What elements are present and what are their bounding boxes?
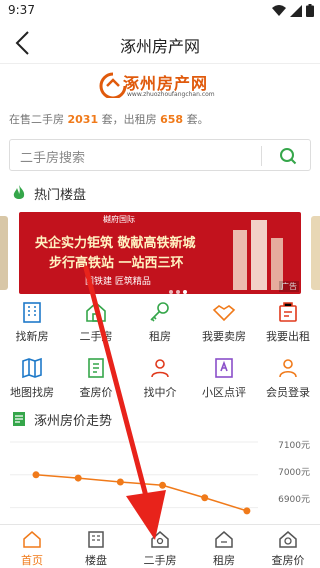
stats-mid: 套，出租房	[101, 113, 157, 126]
banner-line-3: 国铁建 匠筑精品	[85, 277, 151, 287]
next-banner-card[interactable]	[311, 216, 320, 290]
grid-item-agent[interactable]: 找中介	[128, 356, 192, 408]
tab-second-hand[interactable]: 二手房	[128, 525, 192, 568]
building-icon	[88, 531, 104, 548]
stats-prefix: 在售二手房	[9, 113, 64, 126]
logo-area: 涿州房产网 www.zhuozhoufangchan.com	[0, 64, 320, 108]
price-point[interactable]	[74, 474, 82, 482]
price-point[interactable]	[32, 471, 40, 479]
handshake-icon	[212, 305, 236, 322]
grid-label: 租房	[149, 330, 171, 343]
carousel-dot-active	[183, 290, 187, 294]
review-icon	[215, 358, 233, 378]
price-point[interactable]	[159, 481, 167, 489]
grid-item-second-hand[interactable]: 二手房	[64, 300, 128, 352]
signal-icon	[290, 4, 302, 17]
grid-item-review[interactable]: 小区点评	[192, 356, 256, 408]
ytick-label: 7100元	[278, 441, 310, 451]
tab-rent[interactable]: 租房	[192, 525, 256, 568]
rent-count: 658	[160, 113, 184, 126]
banner-line-1: 央企实力钜筑 敬献高铁新城	[35, 236, 196, 251]
chart-bar-icon	[13, 412, 25, 426]
grid-label: 地图找房	[10, 386, 54, 399]
price-trend-chart: 7100元 7000元 6900元	[0, 432, 320, 524]
grid-label: 查房价	[79, 386, 113, 399]
tab-buildings[interactable]: 楼盘	[64, 525, 128, 568]
battery-icon	[306, 4, 314, 17]
rent-out-icon	[279, 302, 297, 322]
agent-icon	[151, 359, 169, 378]
promo-banner[interactable]: 樾府国际 央企实力钜筑 敬献高铁新城 步行高铁站 一站西三环 国铁建 匠筑精品 …	[19, 212, 301, 294]
tab-label: 楼盘	[85, 554, 107, 567]
house-icon	[86, 301, 106, 322]
home-icon	[23, 531, 41, 548]
sale-count: 2031	[67, 113, 99, 126]
prev-banner-card[interactable]	[0, 216, 8, 290]
price-check-icon	[88, 358, 104, 378]
building-icon	[23, 302, 41, 323]
price-trend-title: 涿州房价走势	[34, 413, 113, 429]
status-time: 9:37	[8, 3, 35, 17]
price-trend-line	[35, 474, 248, 512]
ytick-label: 7000元	[278, 468, 310, 478]
stats-suffix: 套。	[186, 113, 209, 126]
ad-label: 广告	[279, 281, 299, 292]
search-icon[interactable]	[276, 146, 300, 166]
grid-item-map[interactable]: 地图找房	[0, 356, 64, 408]
tab-label: 租房	[213, 554, 235, 567]
search-placeholder: 二手房搜索	[20, 151, 86, 166]
grid-label: 二手房	[79, 330, 113, 343]
carousel-dot	[169, 290, 173, 294]
listing-stats: 在售二手房 2031 套，出租房 658 套。	[9, 111, 209, 127]
house-icon	[151, 531, 169, 548]
grid-label: 我要卖房	[202, 330, 246, 343]
hot-carousel[interactable]: 樾府国际 央企实力钜筑 敬献高铁新城 步行高铁站 一站西三环 国铁建 匠筑精品 …	[0, 212, 320, 294]
carousel-dots	[169, 290, 187, 294]
grid-item-rent-out[interactable]: 我要出租	[256, 300, 320, 352]
tab-price[interactable]: 查房价	[256, 525, 320, 568]
grid-item-rent[interactable]: 租房	[128, 300, 192, 352]
grid-label: 找新房	[15, 330, 49, 343]
tab-label: 首页	[21, 554, 43, 567]
grid-item-login[interactable]: 会员登录	[256, 356, 320, 408]
rent-icon	[215, 531, 233, 548]
grid-item-new-house[interactable]: 找新房	[0, 300, 64, 352]
price-trend-header: 涿州房价走势	[12, 409, 112, 429]
nav-bar: 涿州房产网	[0, 22, 320, 64]
ytick-label: 6900元	[278, 495, 310, 505]
grid-label: 我要出租	[266, 330, 310, 343]
user-icon	[279, 359, 297, 378]
building-illustration	[233, 220, 283, 290]
tab-label: 查房价	[271, 554, 305, 567]
grid-label: 小区点评	[202, 386, 246, 399]
map-icon	[22, 357, 42, 379]
wifi-icon	[272, 4, 286, 16]
tab-label: 二手房	[143, 554, 177, 567]
status-icons	[272, 4, 314, 17]
status-bar: 9:37	[0, 0, 320, 22]
site-logo[interactable]: 涿州房产网 www.zhuozhoufangchan.com	[99, 70, 223, 102]
grid-item-price-check[interactable]: 查房价	[64, 356, 128, 408]
search-divider	[261, 146, 262, 166]
grid-item-sell[interactable]: 我要卖房	[192, 300, 256, 352]
banner-line-2: 步行高铁站 一站西三环	[49, 256, 184, 271]
price-icon	[279, 531, 297, 548]
page-title: 涿州房产网	[119, 37, 200, 56]
key-icon	[150, 302, 169, 322]
logo-url: www.zhuozhoufangchan.com	[127, 91, 215, 98]
price-point[interactable]	[116, 478, 124, 486]
price-point[interactable]	[243, 507, 251, 515]
carousel-dot	[176, 290, 180, 294]
grid-label: 找中介	[143, 386, 177, 399]
banner-brand: 樾府国际	[103, 215, 135, 224]
bottom-tab-bar: 首页 楼盘 二手房 租房 查房价	[0, 524, 320, 568]
tab-home[interactable]: 首页	[0, 525, 64, 568]
grid-label: 会员登录	[266, 386, 310, 399]
hot-section-header: 热门楼盘	[12, 183, 86, 203]
price-point[interactable]	[201, 494, 209, 502]
flame-icon	[13, 185, 25, 199]
hot-section-title: 热门楼盘	[34, 187, 87, 203]
price-trend-chart-svg	[10, 441, 258, 515]
search-input[interactable]: 二手房搜索	[9, 139, 311, 171]
